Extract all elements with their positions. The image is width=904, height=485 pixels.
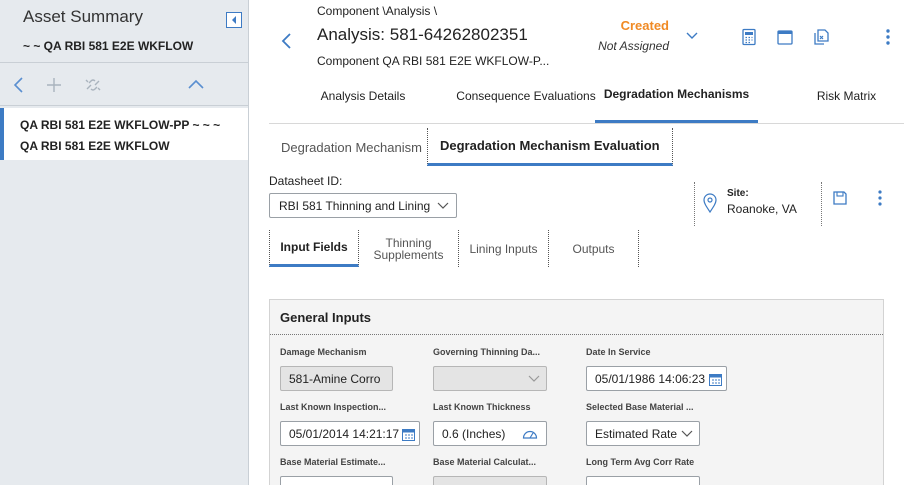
back-arrow-icon[interactable] <box>9 75 29 95</box>
calculator-icon[interactable] <box>740 28 758 46</box>
state-chevron-down-icon[interactable] <box>685 31 699 41</box>
field-value: 05/01/1986 14:06:23 <box>595 372 706 386</box>
state-indicator: Created Not Assigned <box>597 18 669 53</box>
tab-lining-inputs[interactable]: Lining Inputs <box>459 230 549 267</box>
collapse-left-icon <box>232 16 236 24</box>
asset-tree-toolbar <box>0 62 248 106</box>
chevron-up-icon[interactable] <box>186 75 206 95</box>
damage-mechanism-field: 581-Amine Corro <box>280 366 393 391</box>
page-title: Analysis: 581-64262802351 <box>317 25 528 44</box>
unlink-icon[interactable] <box>83 75 103 95</box>
field-label: Date In Service <box>586 347 651 357</box>
governing-thinning-select <box>433 366 547 391</box>
field-label: Governing Thinning Da... <box>433 347 540 357</box>
add-icon[interactable] <box>44 75 64 95</box>
tab-degradation-mechanisms[interactable]: Degradation Mechanisms <box>595 68 758 123</box>
chevron-down-icon <box>437 202 449 209</box>
tree-item-line2: QA RBI 581 E2E WKFLOW <box>20 139 170 153</box>
general-inputs-section: General Inputs Damage Mechanism 581-Amin… <box>269 299 884 485</box>
chevron-down-icon <box>681 430 693 437</box>
location-pin-icon <box>703 193 717 213</box>
asset-tree-item[interactable]: QA RBI 581 E2E WKFLOW-PP ~ ~ ~ QA RBI 58… <box>0 108 248 160</box>
field-value: 05/01/2014 14:21:17 <box>289 427 400 441</box>
datasheet-id-value: RBI 581 Thinning and Lining <box>279 199 431 213</box>
back-chevron-icon[interactable] <box>279 32 295 50</box>
datasheet-more-icon[interactable] <box>877 190 883 206</box>
save-icon[interactable] <box>832 190 848 206</box>
page-subtitle: Component QA RBI 581 E2E WKFLOW-P... <box>317 54 550 68</box>
tab-risk-matrix[interactable]: Risk Matrix <box>809 68 884 123</box>
field-label: Base Material Estimate... <box>280 457 386 467</box>
base-material-estimate-field[interactable] <box>280 476 393 485</box>
datasheet-tabs: Input Fields Thinning Supplements Lining… <box>269 230 639 268</box>
more-vertical-icon[interactable] <box>879 28 897 46</box>
asset-summary-panel: Asset Summary ~ ~ QA RBI 581 E2E WKFLOW … <box>0 0 249 485</box>
tab-input-fields[interactable]: Input Fields <box>269 230 359 267</box>
tab-degradation-mechanism-evaluation[interactable]: Degradation Mechanism Evaluation <box>427 128 673 166</box>
site-value: Roanoke, VA <box>727 202 797 216</box>
tab-outputs[interactable]: Outputs <box>549 230 639 267</box>
datasheet-id-label: Datasheet ID: <box>269 174 343 188</box>
asset-summary-header: Asset Summary ~ ~ QA RBI 581 E2E WKFLOW <box>0 0 248 62</box>
tab-thinning-supplements[interactable]: Thinning Supplements <box>359 230 459 267</box>
asset-summary-title: Asset Summary <box>23 7 143 26</box>
field-label: Selected Base Material ... <box>586 402 694 412</box>
field-label: Last Known Thickness <box>433 402 531 412</box>
calendar-icon[interactable] <box>709 373 722 386</box>
date-in-service-field[interactable]: 05/01/1986 14:06:23 <box>586 366 727 391</box>
assignment-label: Not Assigned <box>598 39 669 53</box>
collapse-panel-button[interactable] <box>226 12 242 28</box>
gauge-icon[interactable] <box>522 428 538 440</box>
tab-consequence-evaluations[interactable]: Consequence Evaluations <box>443 68 609 123</box>
calendar-icon[interactable] <box>402 428 415 441</box>
asset-summary-subtitle: ~ ~ QA RBI 581 E2E WKFLOW <box>23 39 194 53</box>
selected-base-material-select[interactable]: Estimated Rate <box>586 421 700 446</box>
field-label: Long Term Avg Corr Rate <box>586 457 695 467</box>
chevron-down-icon <box>528 375 540 382</box>
analysis-main: Component \Analysis \ Analysis: 581-6426… <box>249 0 904 485</box>
field-label: Base Material Calculat... <box>433 457 537 467</box>
field-label: Damage Mechanism <box>280 347 367 357</box>
tree-item-line1: QA RBI 581 E2E WKFLOW-PP ~ ~ ~ <box>20 118 221 132</box>
tab-degradation-mechanism[interactable]: Degradation Mechanism <box>269 128 434 166</box>
state-label: Created <box>620 18 669 33</box>
copy-document-icon[interactable] <box>812 28 830 46</box>
datasheet-id-select[interactable]: RBI 581 Thinning and Lining <box>269 193 457 218</box>
breadcrumb: Component \Analysis \ <box>317 4 438 18</box>
tab-analysis-details[interactable]: Analysis Details <box>293 68 433 123</box>
window-icon[interactable] <box>776 28 794 46</box>
base-material-calculated-field <box>433 476 547 485</box>
long-term-avg-corr-rate-field[interactable] <box>586 476 700 485</box>
site-info: Site: Roanoke, VA <box>694 182 822 226</box>
field-value: 581-Amine Corro <box>289 372 381 386</box>
last-known-thickness-field[interactable]: 0.6 (Inches) <box>433 421 547 446</box>
analysis-tabs: Analysis Details Consequence Evaluations… <box>269 68 904 124</box>
field-value: 0.6 (Inches) <box>442 427 506 441</box>
section-title: General Inputs <box>270 300 883 335</box>
last-known-inspection-field[interactable]: 05/01/2014 14:21:17 <box>280 421 420 446</box>
field-label: Last Known Inspection... <box>280 402 387 412</box>
field-value: Estimated Rate <box>595 427 678 441</box>
site-label: Site: <box>727 188 749 199</box>
